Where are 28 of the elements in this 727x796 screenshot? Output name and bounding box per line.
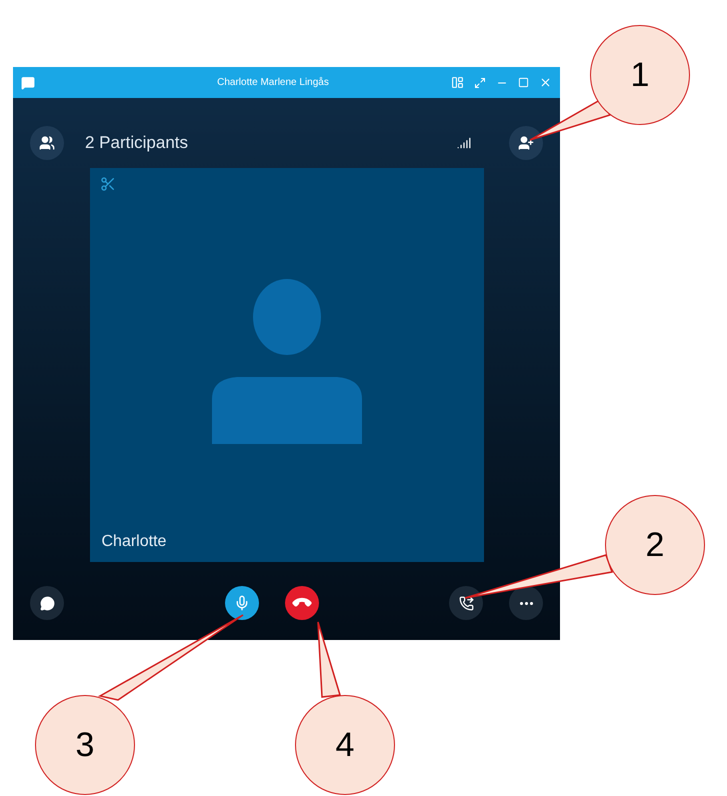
participants-count: 2 Participants (85, 132, 189, 154)
hang-up-button[interactable] (284, 586, 318, 620)
microphone-icon (234, 595, 250, 611)
signal-icon (457, 136, 471, 150)
callout-number: 2 (605, 495, 705, 595)
chat-button[interactable] (30, 586, 64, 620)
participant-name: Charlotte (100, 532, 168, 552)
participants-button[interactable] (30, 126, 64, 160)
mute-button[interactable] (224, 586, 258, 620)
callout-number: 3 (35, 695, 135, 795)
close-icon[interactable] (539, 76, 552, 89)
more-button[interactable] (509, 586, 543, 620)
window-title: Charlotte Marlene Lingås (216, 76, 330, 90)
maximize-icon[interactable] (518, 77, 529, 88)
callout-number: 4 (295, 695, 395, 795)
call-controls-button[interactable] (449, 586, 483, 620)
chat-icon (21, 76, 35, 90)
more-icon (520, 602, 532, 604)
chat-icon (40, 596, 54, 610)
expand-icon[interactable] (474, 76, 486, 88)
callout-number: 1 (590, 25, 690, 125)
add-participant-button[interactable] (509, 126, 543, 160)
layout-icon[interactable] (451, 76, 464, 89)
add-person-icon (518, 135, 534, 151)
avatar-icon (212, 278, 362, 444)
people-icon (39, 135, 55, 151)
phone-forward-icon (458, 596, 474, 610)
scissors-icon (100, 176, 116, 192)
